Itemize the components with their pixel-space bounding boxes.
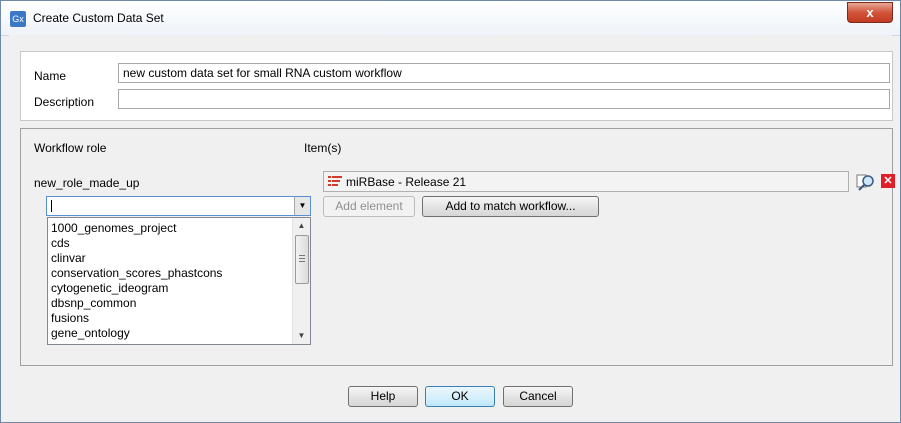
dialog-content: Name new custom data set for small RNA c… [9,35,895,414]
item-value: miRBase - Release 21 [346,175,467,189]
grip-line [299,258,305,259]
scrollbar-thumb[interactable] [295,235,309,284]
dropdown-option[interactable]: clinvar [51,251,86,265]
add-to-match-workflow-button[interactable]: Add to match workflow... [422,196,599,217]
role-name: new_role_made_up [34,176,140,190]
grip-line [299,255,305,256]
grip-line [299,261,305,262]
ok-button[interactable]: OK [425,386,495,407]
scroll-up-icon[interactable]: ▲ [293,218,310,234]
workflow-role-header: Workflow role [34,141,107,155]
title-bar[interactable]: Gx Create Custom Data Set x [1,1,900,36]
items-header: Item(s) [304,141,342,155]
close-icon: x [866,5,874,20]
find-icon[interactable] [856,173,876,191]
dropdown-option[interactable]: gene_ontology [51,326,130,340]
list-icon [328,176,342,186]
close-button[interactable]: x [847,2,893,23]
chevron-down-icon[interactable]: ▼ [294,197,310,215]
dropdown-option[interactable]: 1000_genomes_project [51,221,176,235]
role-dropdown-list[interactable]: 1000_genomes_project cds clinvar conserv… [47,217,311,345]
text-caret [51,200,52,212]
item-field[interactable]: miRBase - Release 21 [323,171,849,192]
delete-icon[interactable]: ✕ [881,174,895,188]
dropdown-option[interactable]: conservation_scores_phastcons [51,266,222,280]
dropdown-option[interactable]: cytogenetic_ideogram [51,281,168,295]
dropdown-option[interactable]: fusions [51,311,89,325]
cancel-button[interactable]: Cancel [503,386,573,407]
window-title: Create Custom Data Set [33,11,164,25]
name-field[interactable]: new custom data set for small RNA custom… [118,63,890,83]
app-icon: Gx [10,11,26,27]
workflow-roles-panel: Workflow role Item(s) new_role_made_up m… [20,128,895,366]
role-combo-box[interactable]: ▼ [46,196,311,216]
scroll-down-icon[interactable]: ▼ [293,328,310,344]
name-description-panel: Name new custom data set for small RNA c… [20,51,893,121]
description-field[interactable] [118,89,890,109]
description-label: Description [34,95,95,109]
dropdown-option[interactable]: dbsnp_common [51,296,136,310]
add-element-button[interactable]: Add element [323,196,415,217]
dropdown-option[interactable]: cds [51,236,70,250]
name-label: Name [34,69,67,83]
dropdown-scrollbar[interactable]: ▲ ▼ [292,218,310,344]
dialog-window: Gx Create Custom Data Set x Name new cus… [0,0,901,423]
help-button[interactable]: Help [348,386,418,407]
